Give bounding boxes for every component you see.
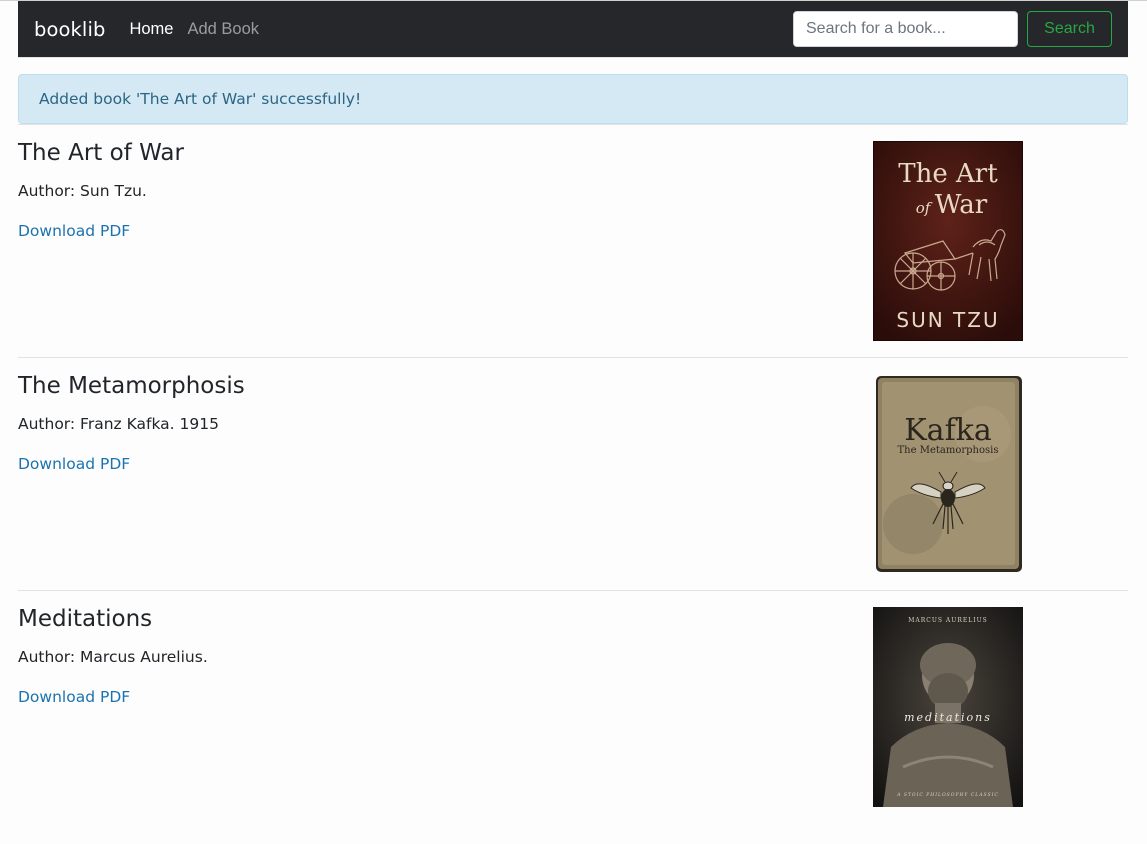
book-item: Meditations Author: Marcus Aurelius. Dow… — [18, 591, 1128, 823]
navbar: booklib Home Add Book Search — [18, 1, 1128, 57]
nav-link-home[interactable]: Home — [129, 20, 173, 39]
book-item: The Metamorphosis Author: Franz Kafka. 1… — [18, 358, 1128, 591]
book-title: Meditations — [18, 606, 153, 632]
book-cover-meditations[interactable]: MARCUS AURELIUS meditations A STOIC PHIL… — [873, 607, 1023, 807]
cover-tagline: A STOIC PHILOSOPHY CLASSIC — [896, 792, 999, 798]
cover-author: MARCUS AURELIUS — [908, 617, 987, 624]
cover-title: meditations — [904, 711, 992, 724]
cover-title-line1: The Art — [898, 159, 998, 189]
book-cover-art-of-war[interactable]: The Art of War SUN TZU — [873, 141, 1023, 341]
success-alert: Added book 'The Art of War' successfully… — [18, 74, 1128, 124]
cover-author: SUN TZU — [896, 308, 999, 332]
cover-title-of: of — [916, 199, 933, 217]
cover-subtitle: The Metamorphosis — [898, 445, 999, 456]
book-author: Author: Franz Kafka. 1915 — [18, 415, 219, 433]
divider — [18, 57, 1128, 58]
download-pdf-link[interactable]: Download PDF — [18, 222, 130, 240]
brand-link[interactable]: booklib — [34, 18, 105, 41]
download-pdf-link[interactable]: Download PDF — [18, 455, 130, 473]
book-title: The Metamorphosis — [18, 373, 245, 399]
cover-author-name: Kafka — [904, 413, 992, 448]
search-input[interactable] — [793, 11, 1018, 47]
book-author: Author: Marcus Aurelius. — [18, 648, 208, 666]
cover-title-line2: War — [935, 190, 988, 220]
alert-message: Added book 'The Art of War' successfully… — [39, 90, 362, 108]
book-list: The Art of War Author: Sun Tzu. Download… — [18, 125, 1128, 823]
book-title: The Art of War — [18, 140, 184, 166]
book-cover-metamorphosis[interactable]: Kafka The Metamorphosis — [873, 374, 1023, 574]
page-container: booklib Home Add Book Search Added book … — [18, 1, 1128, 823]
download-pdf-link[interactable]: Download PDF — [18, 688, 130, 706]
nav-link-add-book[interactable]: Add Book — [187, 20, 259, 39]
search-button[interactable]: Search — [1027, 11, 1112, 47]
book-author: Author: Sun Tzu. — [18, 182, 147, 200]
search-form: Search — [793, 11, 1112, 47]
book-item: The Art of War Author: Sun Tzu. Download… — [18, 125, 1128, 358]
